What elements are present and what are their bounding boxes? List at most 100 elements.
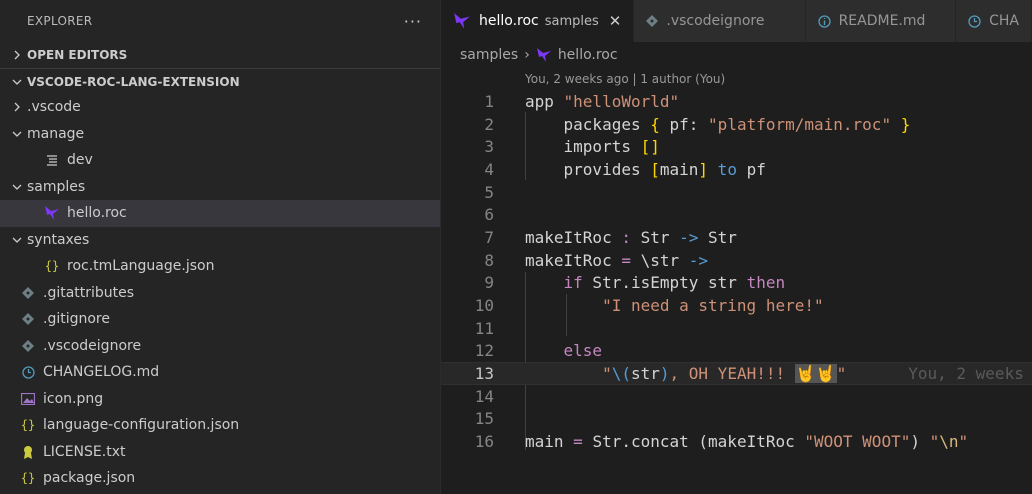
token-string: , OH YEAH!!!: [669, 364, 795, 384]
more-actions-icon[interactable]: ···: [404, 12, 422, 31]
breadcrumb-file[interactable]: hello.roc: [558, 47, 618, 63]
tree-item-label: language-configuration.json: [43, 417, 240, 434]
tree-item-label: .gitignore: [43, 311, 110, 328]
code-line: 4 provides [main] to pf: [441, 158, 1032, 181]
git-codelens[interactable]: You, 2 weeks ago | 1 author (You): [441, 68, 1032, 90]
breadcrumb-folder[interactable]: samples: [460, 47, 518, 63]
tree-file-changelog[interactable]: CHANGELOG.md: [0, 359, 440, 386]
line-number: 10: [474, 296, 494, 316]
tree-item-label: .vscode: [27, 99, 81, 116]
code-line: 2 packages { pf: "platform/main.roc" }: [441, 113, 1032, 136]
token-bracket: ]: [698, 159, 709, 179]
tree-file-dev[interactable]: dev: [0, 147, 440, 174]
token: Str.isEmpty str: [582, 273, 747, 293]
tree-file-license[interactable]: LICENSE.txt: [0, 439, 440, 466]
token: makeItRoc: [525, 250, 622, 270]
token-string: ": [836, 364, 847, 384]
line-text: "\(str), OH YEAH!!! 🤘🤘"You, 2 weeks ago: [525, 364, 1032, 384]
line-text: provides [main] to pf: [525, 160, 766, 179]
token-interpolation: ): [659, 364, 670, 384]
line-number: 8: [484, 250, 494, 270]
code-line: 16 main = Str.concat (makeItRoc "WOOT WO…: [441, 430, 1032, 453]
token-keyword: then: [746, 273, 786, 293]
code-line: 7 makeItRoc : Str -> Str: [441, 226, 1032, 249]
tab-label: README.md: [838, 13, 926, 29]
token-bracket: }: [900, 114, 911, 134]
tree-file-gitignore[interactable]: .gitignore: [0, 306, 440, 333]
tree-item-label: .gitattributes: [43, 284, 135, 301]
token-keyword: else: [563, 341, 603, 361]
tree-file-vscodeignore[interactable]: .vscodeignore: [0, 333, 440, 360]
token: provides: [525, 159, 651, 179]
tree-file-package-json[interactable]: {} package.json: [0, 465, 440, 492]
token: pf:: [659, 114, 709, 134]
explorer-header: EXPLORER ···: [0, 0, 440, 42]
line-text: packages { pf: "platform/main.roc" }: [525, 114, 911, 134]
line-number: 11: [474, 318, 494, 338]
line-number: 6: [484, 205, 494, 225]
tree-file-hello-roc[interactable]: hello.roc: [0, 200, 440, 227]
token-operator: ->: [688, 250, 709, 270]
tree-folder-syntaxes[interactable]: syntaxes: [0, 227, 440, 254]
tree-folder-vscode[interactable]: .vscode: [0, 94, 440, 121]
tree-file-icon-png[interactable]: icon.png: [0, 386, 440, 413]
token: \str: [630, 250, 689, 270]
git-icon: [20, 311, 36, 327]
line-number: 7: [484, 227, 494, 247]
token-bracket: [: [650, 159, 660, 179]
explorer-sidebar: EXPLORER ··· OPEN EDITORS VSCODE-ROC-LAN…: [0, 0, 441, 494]
open-editors-section[interactable]: OPEN EDITORS: [0, 42, 440, 68]
git-icon: [20, 285, 36, 301]
tree-file-roc-tmlanguage[interactable]: {} roc.tmLanguage.json: [0, 253, 440, 280]
token-escape: \n: [939, 432, 959, 452]
chevron-down-icon: [9, 182, 25, 192]
roc-bird-icon: [536, 47, 552, 63]
tree-item-label: roc.tmLanguage.json: [67, 258, 215, 275]
rock-hand-emoji: 🤘🤘: [794, 364, 837, 384]
close-icon[interactable]: ✕: [609, 12, 622, 30]
tree-item-label: manage: [27, 125, 85, 142]
tree-file-gitattributes[interactable]: .gitattributes: [0, 280, 440, 307]
code-line: 14: [441, 385, 1032, 408]
tab-vscodeignore[interactable]: .vscodeignore: [634, 0, 806, 42]
token: app: [525, 91, 564, 111]
tab-changelog[interactable]: CHA: [956, 0, 1032, 42]
lines-icon: [44, 152, 60, 168]
token-keyword: to: [708, 159, 747, 179]
code-line: 6: [441, 203, 1032, 226]
code-line: 9 if Str.isEmpty str then: [441, 272, 1032, 295]
code-line: 15: [441, 408, 1032, 431]
chevron-right-icon: [9, 50, 25, 60]
code-editor[interactable]: 1 app "helloWorld" 2 packages { pf: "pla…: [441, 90, 1032, 453]
code-line-current: 13 "\(str), OH YEAH!!! 🤘🤘"You, 2 weeks a…: [441, 362, 1032, 385]
line-text: "I need a string here!": [525, 296, 824, 315]
roc-bird-icon: [44, 205, 60, 221]
line-number: 1: [484, 91, 494, 111]
open-editors-label: OPEN EDITORS: [27, 48, 128, 62]
project-section[interactable]: VSCODE-ROC-LANG-EXTENSION: [0, 68, 440, 94]
code-line: 12 else: [441, 340, 1032, 363]
project-label: VSCODE-ROC-LANG-EXTENSION: [27, 74, 240, 89]
line-number: 3: [484, 137, 494, 157]
breadcrumb-separator: ›: [524, 47, 530, 63]
clock-icon: [20, 364, 36, 380]
tab-hello-roc[interactable]: hello.roc samples ✕: [441, 0, 635, 42]
tab-readme[interactable]: README.md: [805, 0, 957, 42]
inline-blame[interactable]: You, 2 weeks ago: [908, 364, 1032, 383]
tree-folder-manage[interactable]: manage: [0, 121, 440, 148]
line-text: imports []: [525, 137, 660, 156]
line-text: makeItRoc : Str -> Str: [525, 228, 737, 247]
tab-label: .vscodeignore: [666, 13, 765, 29]
explorer-title: EXPLORER: [27, 14, 93, 28]
tab-bar: hello.roc samples ✕ .vscodeignore README…: [441, 0, 1032, 42]
tree-item-label: icon.png: [43, 390, 104, 407]
info-icon: [817, 14, 831, 28]
image-icon: [20, 391, 36, 407]
tree-folder-samples[interactable]: samples: [0, 174, 440, 201]
tree-file-language-configuration[interactable]: {} language-configuration.json: [0, 412, 440, 439]
tree-item-label: hello.roc: [67, 205, 127, 222]
token: main: [659, 159, 699, 179]
token-keyword: if: [563, 273, 583, 293]
